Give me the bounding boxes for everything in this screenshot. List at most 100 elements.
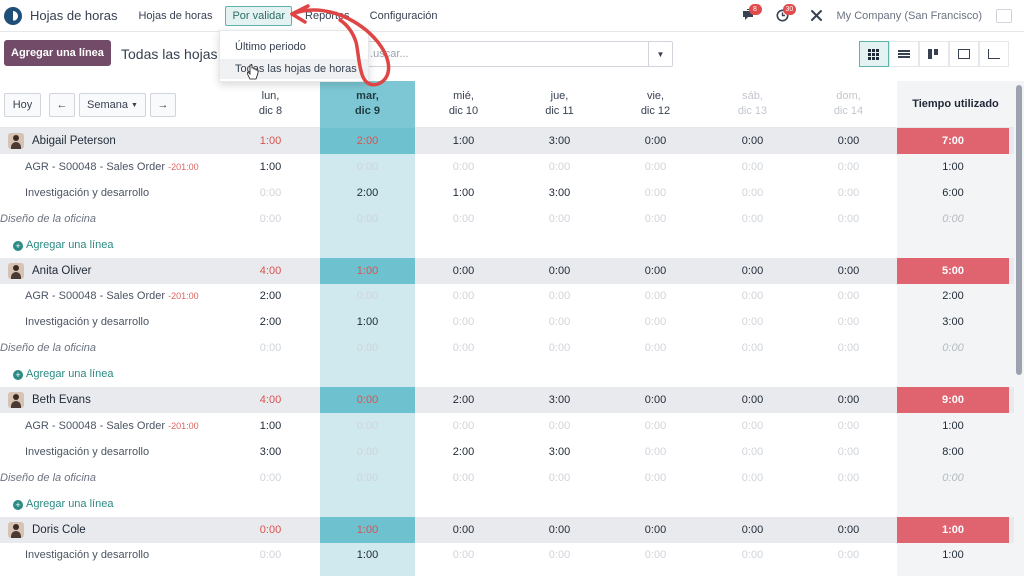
time-cell[interactable]: 0:00 [416, 309, 511, 335]
nav-por-validar[interactable]: Por validar [225, 5, 293, 26]
messages-button[interactable]: 8 [739, 3, 762, 26]
time-cell[interactable]: 0:00 [512, 154, 607, 180]
add-line-link[interactable]: + Agregar una línea [13, 232, 113, 258]
time-cell[interactable]: 1:00 [320, 309, 415, 335]
time-cell[interactable]: 0:00 [608, 465, 703, 491]
time-cell[interactable]: 0:00 [512, 335, 607, 361]
time-cell[interactable]: 0:00 [223, 465, 318, 491]
time-cell[interactable]: 0:00 [320, 283, 415, 309]
time-cell[interactable]: 0:00 [512, 206, 607, 232]
time-cell[interactable]: 0:00 [608, 439, 703, 465]
time-cell[interactable]: 0:00 [512, 465, 607, 491]
time-cell[interactable]: 0:00 [416, 413, 511, 439]
scrollbar-thumb[interactable] [1016, 85, 1022, 375]
time-cell[interactable]: 0:00 [512, 413, 607, 439]
time-cell[interactable]: 0:00 [705, 154, 800, 180]
time-cell[interactable]: 0:00 [801, 542, 896, 568]
grid-scrollbar[interactable] [1014, 81, 1024, 576]
time-cell[interactable]: 0:00 [705, 439, 800, 465]
time-cell[interactable]: 2:00 [223, 309, 318, 335]
settings-tools-button[interactable] [807, 6, 827, 26]
time-cell[interactable]: 0:00 [416, 465, 511, 491]
time-cell[interactable]: 0:00 [320, 413, 415, 439]
time-cell[interactable]: 0:00 [801, 180, 896, 206]
time-cell[interactable]: 0:00 [705, 206, 800, 232]
time-cell[interactable]: 2:00 [416, 439, 511, 465]
nav-hojas-de-horas[interactable]: Hojas de horas [131, 6, 219, 26]
time-cell[interactable]: 0:00 [512, 542, 607, 568]
nav-configuracion[interactable]: Configuración [363, 6, 445, 26]
time-cell[interactable]: 1:00 [320, 542, 415, 568]
time-cell[interactable]: 0:00 [416, 206, 511, 232]
time-cell[interactable]: 1:00 [416, 180, 511, 206]
time-cell[interactable]: 0:00 [801, 309, 896, 335]
add-line-link[interactable]: + Agregar una línea [13, 361, 113, 387]
time-cell[interactable]: 0:00 [608, 413, 703, 439]
time-cell[interactable]: 0:00 [320, 206, 415, 232]
time-cell[interactable]: 3:00 [512, 439, 607, 465]
search-options-button[interactable]: ▼ [648, 42, 672, 66]
today-button[interactable]: Hoy [4, 93, 41, 117]
add-line-button[interactable]: Agregar una línea [4, 40, 111, 66]
time-cell[interactable]: 2:00 [223, 283, 318, 309]
time-cell[interactable]: 0:00 [705, 309, 800, 335]
time-cell[interactable]: 0:00 [416, 542, 511, 568]
app-name[interactable]: Hojas de horas [30, 8, 117, 23]
time-cell[interactable]: 0:00 [801, 154, 896, 180]
add-line-link[interactable]: + Agregar una línea [13, 491, 113, 517]
time-cell[interactable]: 0:00 [608, 309, 703, 335]
view-graph-button[interactable] [979, 41, 1009, 67]
time-cell[interactable]: 0:00 [801, 335, 896, 361]
time-cell[interactable]: 0:00 [608, 206, 703, 232]
time-cell[interactable]: 0:00 [608, 283, 703, 309]
time-cell[interactable]: 0:00 [608, 154, 703, 180]
time-cell[interactable]: 0:00 [320, 335, 415, 361]
time-cell[interactable]: 3:00 [223, 439, 318, 465]
time-cell[interactable]: 0:00 [801, 465, 896, 491]
time-cell[interactable]: 0:00 [223, 542, 318, 568]
time-cell[interactable]: 0:00 [801, 206, 896, 232]
time-cell[interactable]: 0:00 [705, 335, 800, 361]
view-kanban-button[interactable] [919, 41, 949, 67]
menu-item-ultimo-periodo[interactable]: Último periodo [220, 37, 368, 57]
time-cell[interactable]: 0:00 [608, 542, 703, 568]
time-cell[interactable]: 1:00 [223, 413, 318, 439]
time-cell[interactable]: 0:00 [223, 335, 318, 361]
time-cell[interactable]: 0:00 [801, 283, 896, 309]
view-grid-button[interactable] [859, 41, 889, 67]
company-switcher[interactable]: My Company (San Francisco) [837, 10, 983, 22]
time-cell[interactable]: 3:00 [512, 180, 607, 206]
time-cell[interactable]: 0:00 [416, 335, 511, 361]
time-cell[interactable]: 0:00 [512, 309, 607, 335]
time-cell[interactable]: 0:00 [705, 413, 800, 439]
time-cell[interactable]: 0:00 [416, 283, 511, 309]
time-cell[interactable]: 0:00 [416, 154, 511, 180]
menu-item-todas-las-hojas[interactable]: Todas las hojas de horas [220, 59, 368, 79]
period-select[interactable]: Semana ▼ [79, 93, 146, 117]
time-cell[interactable]: 1:00 [223, 154, 318, 180]
time-cell[interactable]: 2:00 [320, 180, 415, 206]
time-cell[interactable]: 0:00 [223, 206, 318, 232]
view-list-button[interactable] [889, 41, 919, 67]
time-cell[interactable]: 0:00 [320, 154, 415, 180]
time-cell[interactable]: 0:00 [705, 180, 800, 206]
view-calendar-button[interactable] [949, 41, 979, 67]
time-cell[interactable]: 0:00 [223, 180, 318, 206]
nav-reportes[interactable]: Reportes [298, 6, 357, 26]
time-cell[interactable]: 0:00 [320, 439, 415, 465]
time-cell[interactable]: 0:00 [608, 335, 703, 361]
time-cell[interactable]: 0:00 [608, 180, 703, 206]
time-cell[interactable]: 0:00 [320, 465, 415, 491]
previous-period-button[interactable]: ← [49, 93, 75, 117]
time-cell[interactable]: 0:00 [705, 542, 800, 568]
time-cell[interactable]: 0:00 [801, 413, 896, 439]
next-period-button[interactable]: → [150, 93, 176, 117]
user-avatar-icon[interactable] [996, 8, 1012, 23]
search-input[interactable]: ...uscar... ▼ [355, 41, 673, 67]
time-cell[interactable]: 0:00 [512, 283, 607, 309]
time-cell[interactable]: 0:00 [801, 439, 896, 465]
time-cell[interactable]: 0:00 [705, 465, 800, 491]
time-cell[interactable]: 0:00 [705, 283, 800, 309]
activities-button[interactable]: 30 [773, 3, 797, 26]
timesheet-logo-icon[interactable] [4, 6, 22, 25]
